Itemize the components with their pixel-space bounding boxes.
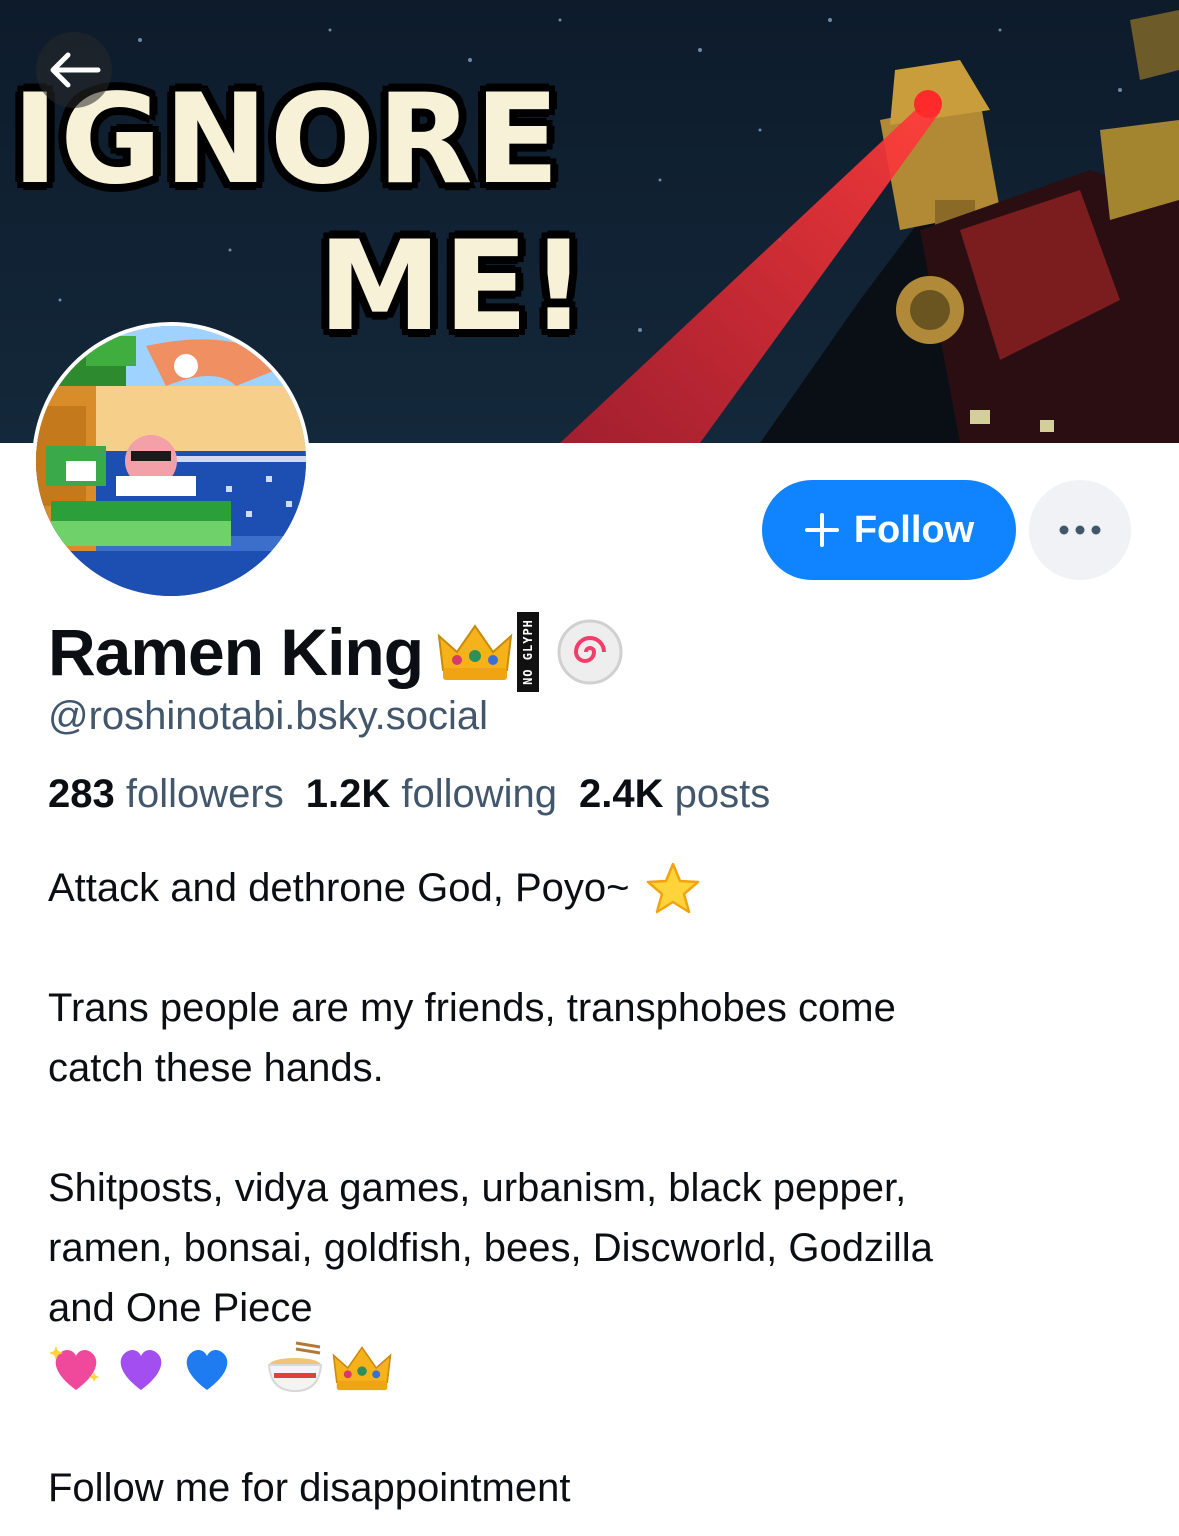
profile-stats: 283 followers 1.2K following 2.4K posts	[48, 772, 770, 817]
sparkling-heart-icon	[49, 1346, 99, 1390]
avatar-pixel-art	[36, 326, 306, 596]
more-dots-icon	[1059, 525, 1101, 535]
followers-label: followers	[125, 772, 284, 816]
bio-line-7: Follow me for disappointment	[48, 1466, 571, 1510]
display-name: Ramen King NO GLYPH	[48, 612, 623, 692]
follow-button[interactable]: Follow	[762, 480, 1016, 580]
followers-stat[interactable]: 283 followers	[48, 772, 284, 816]
posts-count: 2.4K	[579, 772, 664, 816]
display-name-text: Ramen King	[48, 615, 424, 689]
profile-handle: @roshinotabi.bsky.social	[48, 694, 489, 738]
banner-text-line2: ME!	[318, 215, 589, 359]
avatar[interactable]	[32, 322, 310, 600]
crown-emoji-icon	[437, 624, 513, 680]
following-count: 1.2K	[305, 772, 391, 816]
posts-stat: 2.4K posts	[579, 772, 770, 816]
profile-bio: Attack and dethrone God, Poyo~ Trans peo…	[48, 858, 1138, 1518]
more-options-button[interactable]	[1029, 480, 1131, 580]
crown-emoji-icon-bio	[332, 1346, 392, 1391]
narutomaki-emoji-icon	[557, 619, 623, 685]
star-emoji-icon	[646, 862, 699, 914]
no-glyph-text: NO GLYPH	[521, 619, 536, 685]
bio-line-5: ramen, bonsai, goldfish, bees, Discworld…	[48, 1226, 933, 1270]
following-label: following	[401, 772, 557, 816]
plus-icon	[804, 513, 839, 547]
following-stat[interactable]: 1.2K following	[306, 772, 557, 816]
bio-line: Attack and dethrone God, Poyo~	[48, 858, 1138, 918]
posts-label: posts	[674, 772, 771, 816]
bio-line-4: Shitposts, vidya games, urbanism, black …	[48, 1166, 907, 1210]
bio-line-1: Attack and dethrone God, Poyo~	[48, 866, 630, 910]
followers-count: 283	[48, 772, 115, 816]
back-button[interactable]	[36, 32, 112, 108]
bio-line-6: and One Piece	[48, 1286, 313, 1330]
bio-emoji-row	[48, 1338, 1138, 1398]
no-glyph-tag: NO GLYPH	[517, 612, 540, 692]
purple-heart-icon	[120, 1349, 162, 1390]
back-arrow-icon	[50, 52, 101, 88]
ramen-bowl-icon	[267, 1341, 323, 1393]
bio-line-3: catch these hands.	[48, 1046, 384, 1090]
blue-heart-icon	[186, 1349, 228, 1390]
bio-line-2: Trans people are my friends, transphobes…	[48, 986, 896, 1030]
follow-button-label: Follow	[853, 508, 975, 551]
